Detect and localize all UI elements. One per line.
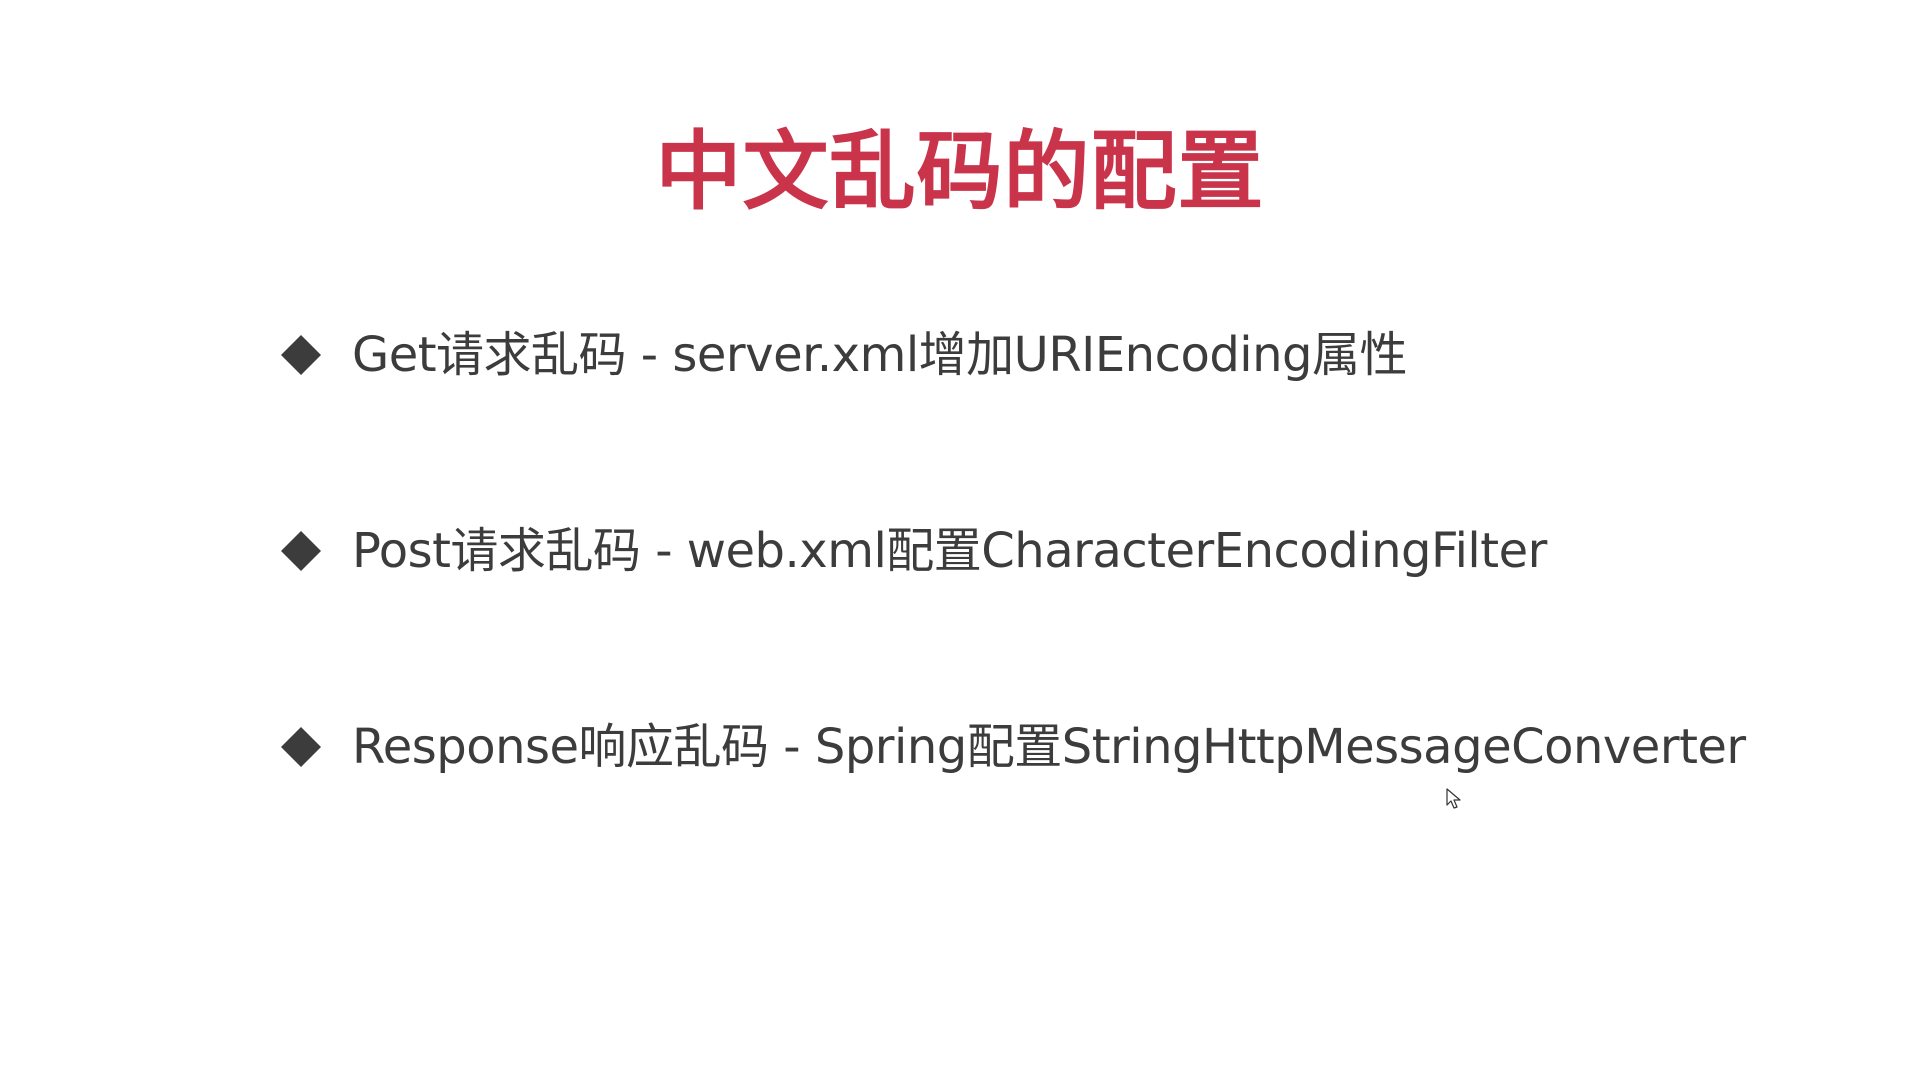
mouse-cursor-icon bbox=[1446, 788, 1462, 810]
bullet-item: Response响应乱码 - Spring配置StringHttpMessage… bbox=[280, 722, 1840, 918]
bullet-text: Response响应乱码 - Spring配置StringHttpMessage… bbox=[352, 719, 1746, 775]
slide-title: 中文乱码的配置 bbox=[655, 122, 1265, 222]
diamond-bullet-icon bbox=[280, 330, 322, 380]
slide: 中文乱码的配置 Get请求乱码 - server.xml增加URIEncodin… bbox=[0, 0, 1920, 1080]
bullet-text: Post请求乱码 - web.xml配置CharacterEncodingFil… bbox=[352, 523, 1547, 579]
diamond-bullet-icon bbox=[280, 722, 322, 772]
diamond-bullet-icon bbox=[280, 526, 322, 576]
bullet-list: Get请求乱码 - server.xml增加URIEncoding属性 Post… bbox=[280, 330, 1840, 918]
bullet-text: Get请求乱码 - server.xml增加URIEncoding属性 bbox=[352, 327, 1408, 383]
bullet-item: Post请求乱码 - web.xml配置CharacterEncodingFil… bbox=[280, 526, 1840, 722]
bullet-item: Get请求乱码 - server.xml增加URIEncoding属性 bbox=[280, 330, 1840, 526]
